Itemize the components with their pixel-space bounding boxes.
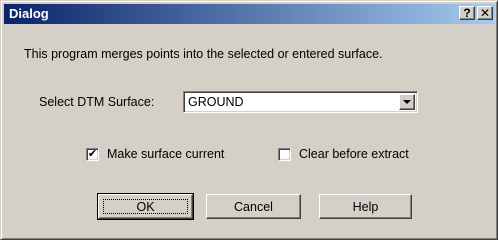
description-text: This program merges points into the sele… — [24, 47, 383, 61]
dialog-window: Dialog ? ✕ This program merges points in… — [0, 0, 498, 240]
make-surface-current-checkbox[interactable]: ✔ — [86, 148, 99, 161]
help-title-button[interactable]: ? — [459, 6, 475, 20]
help-button[interactable]: Help — [319, 194, 412, 219]
make-surface-current-label[interactable]: Make surface current — [107, 147, 224, 161]
clear-before-extract-label[interactable]: Clear before extract — [299, 147, 409, 161]
close-icon[interactable]: ✕ — [477, 6, 493, 20]
cancel-button[interactable]: Cancel — [206, 194, 301, 219]
surface-label: Select DTM Surface: — [39, 95, 155, 109]
surface-value[interactable]: GROUND — [188, 95, 244, 109]
title-bar[interactable]: Dialog ? ✕ — [4, 4, 495, 24]
window-title: Dialog — [9, 6, 49, 21]
ok-button[interactable]: OK — [97, 193, 194, 220]
surface-combobox[interactable]: GROUND — [183, 91, 418, 113]
clear-before-extract-checkbox[interactable] — [278, 148, 291, 161]
ok-button-label: OK — [103, 199, 188, 214]
chevron-down-icon[interactable] — [399, 94, 415, 110]
